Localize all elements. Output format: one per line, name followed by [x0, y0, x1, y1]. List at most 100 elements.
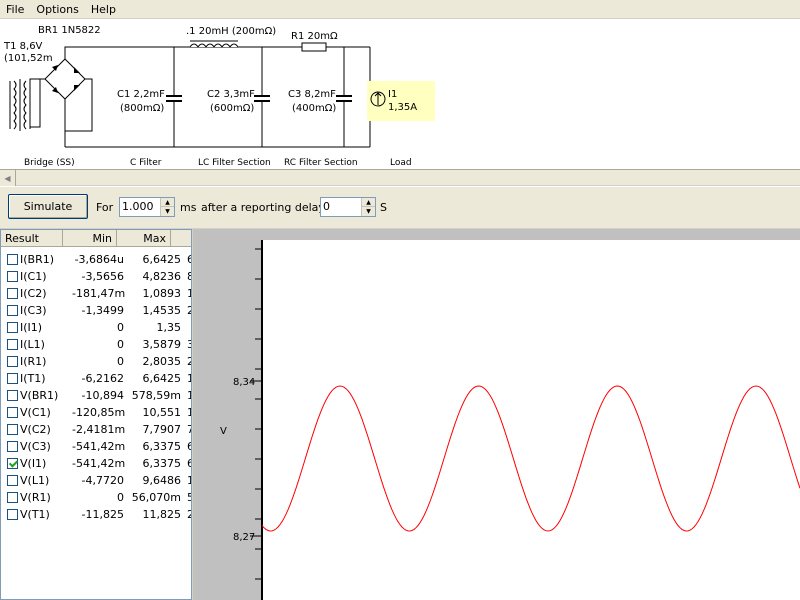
result-max: 10,551: [142, 406, 182, 419]
result-checkbox[interactable]: [7, 305, 18, 316]
result-row[interactable]: V(I1) -541,42m 6,33756: [1, 455, 191, 472]
result-row[interactable]: I(T1) -6,2162 6,64251: [1, 370, 191, 387]
c3-label: C3 8,2mF: [288, 89, 336, 100]
bridge-diodes[interactable]: [52, 65, 80, 93]
result-max: 1,4535: [142, 304, 182, 317]
result-min: 0: [117, 491, 124, 504]
result-name: I(C1): [20, 270, 47, 283]
menu-file[interactable]: File: [0, 3, 30, 16]
results-list[interactable]: Result Min Max I(BR1)-3,6864u6,64256I(C1…: [0, 229, 192, 600]
menu-help[interactable]: Help: [85, 3, 122, 16]
result-min: -3,6864u: [74, 253, 124, 266]
result-max: 6,6425: [142, 253, 182, 266]
result-max: 578,59m: [131, 389, 181, 402]
c3-res-label: (400mΩ): [292, 103, 336, 114]
y-tick-bottom: 8,27: [233, 532, 255, 543]
result-extra: 2: [181, 355, 191, 368]
result-row[interactable]: I(L1) 0 3,58793: [1, 336, 191, 353]
c2-label: C2 3,3mF: [207, 89, 255, 100]
col-max[interactable]: Max: [117, 230, 171, 247]
duration-spin-arrows[interactable]: ▲ ▼: [160, 198, 174, 216]
result-checkbox[interactable]: [7, 441, 18, 452]
delay-spin-arrows[interactable]: ▲ ▼: [361, 198, 375, 216]
result-min: -2,4181m: [72, 423, 126, 436]
spin-up-icon[interactable]: ▲: [362, 198, 375, 207]
plot-area: [262, 240, 800, 600]
spin-down-icon[interactable]: ▼: [362, 207, 375, 216]
schematic-canvas[interactable]: BR1 1N5822 T1 8,6V (101,52m .1 20mH (200…: [0, 19, 800, 169]
result-name: I(C3): [20, 304, 47, 317]
result-checkbox[interactable]: [7, 475, 18, 486]
duration-value[interactable]: 1.000: [122, 200, 154, 213]
l1-label: .1 20mH (200mΩ): [186, 26, 276, 37]
result-checkbox[interactable]: [7, 458, 18, 469]
result-checkbox[interactable]: [7, 390, 18, 401]
result-checkbox[interactable]: [7, 271, 18, 282]
result-checkbox[interactable]: [7, 373, 18, 384]
t1-res-label: (101,52m: [4, 53, 53, 64]
result-row[interactable]: V(C3) -541,42m 6,33756: [1, 438, 191, 455]
result-extra: 1: [181, 389, 191, 402]
result-name: V(C2): [20, 423, 51, 436]
delay-stepper[interactable]: 0 ▲ ▼: [320, 197, 376, 217]
result-max: 6,3375: [142, 440, 182, 453]
result-checkbox[interactable]: [7, 254, 18, 265]
result-row[interactable]: I(R1) 0 2,80352: [1, 353, 191, 370]
result-min: -1,3499: [81, 304, 124, 317]
section-rc-filter: RC Filter Section: [284, 158, 358, 168]
col-extra: [171, 230, 191, 247]
result-checkbox[interactable]: [7, 339, 18, 350]
result-checkbox[interactable]: [7, 424, 18, 435]
col-min[interactable]: Min: [63, 230, 117, 247]
result-row[interactable]: I(BR1) -3,6864u 6,64256: [1, 251, 191, 268]
result-max: 6,3375: [142, 457, 182, 470]
horizontal-scrollbar[interactable]: ◀: [0, 169, 800, 186]
result-row[interactable]: V(R1) 0 56,070m56,: [1, 489, 191, 506]
waveform-graph[interactable]: 8,34 8,27 V: [193, 229, 800, 600]
result-checkbox[interactable]: [7, 492, 18, 503]
result-row[interactable]: I(I1) 0 1,35: [1, 319, 191, 336]
scroll-left-icon[interactable]: ◀: [0, 170, 16, 186]
result-extra: 3: [181, 338, 191, 351]
result-max: 56,070m: [131, 491, 181, 504]
result-name: I(C2): [20, 287, 47, 300]
resistor-r1-symbol[interactable]: [301, 42, 327, 52]
result-checkbox[interactable]: [7, 356, 18, 367]
result-min: -6,2162: [81, 372, 124, 385]
result-name: V(L1): [20, 474, 50, 487]
result-row[interactable]: V(L1) -4,7720 9,64861: [1, 472, 191, 489]
result-extra: 1: [181, 372, 191, 385]
result-row[interactable]: I(C1) -3,5656 4,82368: [1, 268, 191, 285]
duration-stepper[interactable]: 1.000 ▲ ▼: [119, 197, 175, 217]
result-row[interactable]: V(C1) -120,85m 10,5511: [1, 404, 191, 421]
menu-bar: File Options Help: [0, 0, 800, 19]
inductor-l1-symbol[interactable]: [189, 43, 239, 48]
col-result[interactable]: Result: [1, 230, 63, 247]
spin-up-icon[interactable]: ▲: [161, 198, 174, 207]
result-max: 4,8236: [142, 270, 182, 283]
y-axis-label: V: [220, 426, 227, 437]
result-name: V(C3): [20, 440, 51, 453]
result-checkbox[interactable]: [7, 509, 18, 520]
result-checkbox[interactable]: [7, 322, 18, 333]
result-row[interactable]: V(C2) -2,4181m 7,79077: [1, 421, 191, 438]
menu-options[interactable]: Options: [30, 3, 84, 16]
result-extra: 2: [181, 304, 191, 317]
result-checkbox[interactable]: [7, 407, 18, 418]
result-name: V(I1): [20, 457, 47, 470]
result-max: 7,7907: [142, 423, 182, 436]
simulate-button[interactable]: Simulate: [8, 194, 88, 219]
result-row[interactable]: V(T1) -11,825 11,8252: [1, 506, 191, 523]
spin-down-icon[interactable]: ▼: [161, 207, 174, 216]
i1-value-label: 1,35A: [388, 102, 417, 113]
br1-label: BR1 1N5822: [38, 25, 101, 36]
result-row[interactable]: I(C2) -181,47m 1,08931: [1, 285, 191, 302]
result-extra: 6: [181, 457, 191, 470]
load-highlight[interactable]: [367, 81, 435, 121]
result-row[interactable]: V(BR1) -10,894 578,59m1: [1, 387, 191, 404]
result-min: -10,894: [81, 389, 124, 402]
result-checkbox[interactable]: [7, 288, 18, 299]
delay-value[interactable]: 0: [323, 200, 330, 213]
c1-res-label: (800mΩ): [120, 103, 164, 114]
result-row[interactable]: I(C3) -1,3499 1,45352: [1, 302, 191, 319]
